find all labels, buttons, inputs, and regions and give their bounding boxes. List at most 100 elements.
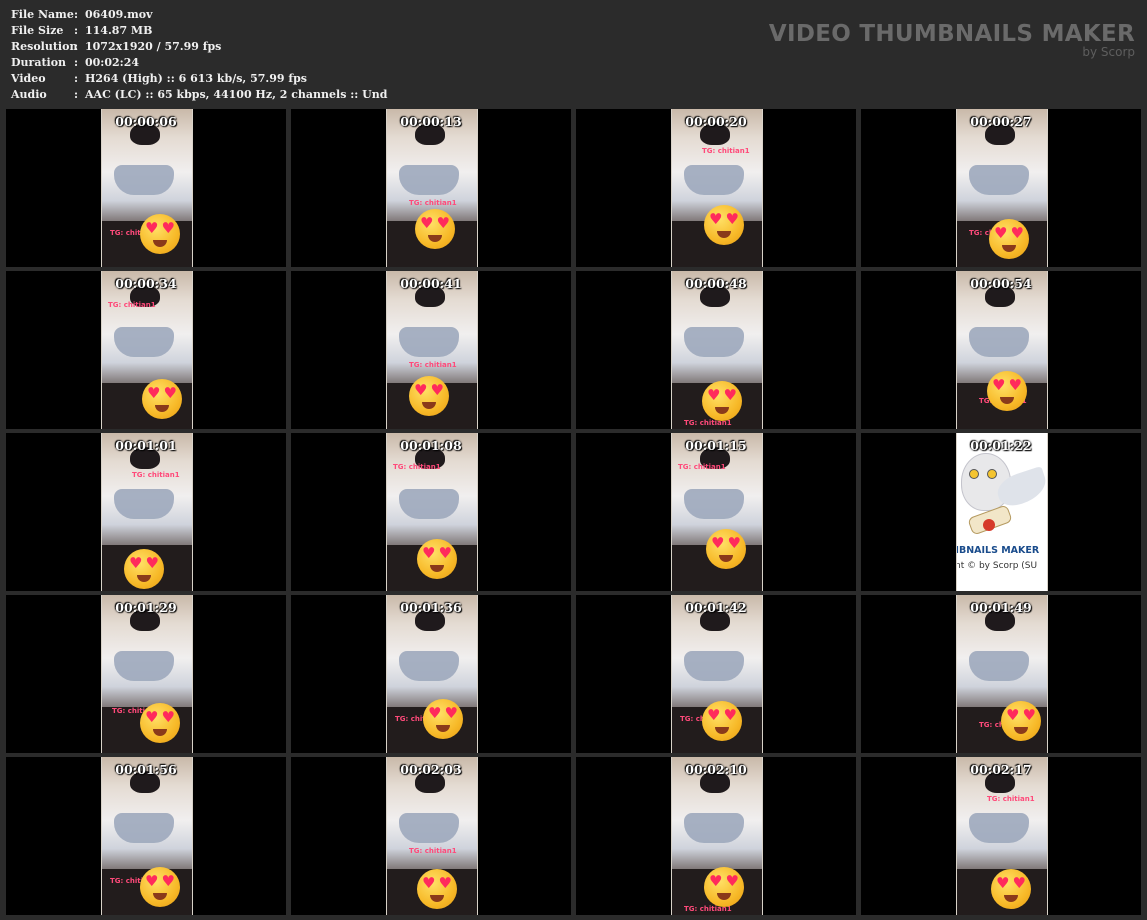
thumbnail-tile[interactable]: TG: chitian1 00:01:08 bbox=[291, 433, 571, 591]
info-value: H264 (High) :: 6 613 kb/s, 57.99 fps bbox=[85, 72, 307, 85]
header: File Name : 06409.mov File Size : 114.87… bbox=[0, 0, 1147, 108]
heart-eyes-emoji-icon bbox=[423, 699, 463, 739]
timestamp-label: 00:02:10 bbox=[685, 762, 747, 777]
heart-eyes-emoji-icon bbox=[409, 376, 449, 416]
timestamp-label: 00:00:13 bbox=[400, 114, 462, 129]
heart-eyes-emoji-icon bbox=[987, 371, 1027, 411]
emoji-mouth-shape bbox=[153, 893, 167, 900]
watermark-text: TG: chitian1 bbox=[409, 847, 457, 855]
info-value: 06409.mov bbox=[85, 8, 153, 21]
frame-scene-shape bbox=[114, 165, 174, 195]
watermark-text: TG: chitian1 bbox=[409, 361, 457, 369]
timestamp-label: 00:01:01 bbox=[115, 438, 177, 453]
frame-scene-shape bbox=[399, 813, 459, 843]
video-frame: TG: chitian1 bbox=[386, 595, 478, 753]
video-frame: TG: chitian1 bbox=[101, 109, 193, 267]
emoji-mouth-shape bbox=[1014, 727, 1028, 734]
emoji-mouth-shape bbox=[715, 407, 729, 414]
logo-text: HBNAILS MAKER bbox=[956, 545, 1040, 556]
emoji-mouth-shape bbox=[717, 231, 731, 238]
video-frame: TG: chitian1 bbox=[671, 271, 763, 429]
thumbnail-tile[interactable]: TG: chitian1 00:00:20 bbox=[576, 109, 856, 267]
frame-scene-shape bbox=[114, 813, 174, 843]
watermark-text: TG: chitian1 bbox=[678, 463, 726, 471]
video-frame: TG: chitian1 bbox=[671, 109, 763, 267]
thumbnail-tile[interactable]: TG: chitian1 00:00:41 bbox=[291, 271, 571, 429]
timestamp-label: 00:01:22 bbox=[970, 438, 1032, 453]
video-frame: TG: chitian1 bbox=[386, 271, 478, 429]
heart-eyes-emoji-icon bbox=[140, 214, 180, 254]
timestamp-label: 00:01:29 bbox=[115, 600, 177, 615]
watermark-text: TG: chitian1 bbox=[702, 147, 750, 155]
heart-eyes-emoji-icon bbox=[704, 205, 744, 245]
thumbnail-grid: TG: chitian100:00:06TG: chitian100:00:13… bbox=[6, 109, 1141, 919]
info-separator: : bbox=[74, 8, 79, 21]
video-frame: TG: chitian1 bbox=[101, 271, 193, 429]
emoji-mouth-shape bbox=[155, 405, 169, 412]
frame-scene-shape bbox=[399, 489, 459, 519]
info-row-audio: Audio : AAC (LC) :: 65 kbps, 44100 Hz, 2… bbox=[11, 87, 387, 103]
thumbnail-tile[interactable]: TG: chitian100:01:49 bbox=[861, 595, 1141, 753]
thumbnail-tile[interactable]: TG: chitian1 00:01:01 bbox=[6, 433, 286, 591]
thumbnail-tile[interactable]: TG: chitian1 00:02:17 bbox=[861, 757, 1141, 915]
brand-watermark: VIDEO THUMBNAILS MAKER by Scorp bbox=[769, 20, 1135, 58]
timestamp-label: 00:01:56 bbox=[115, 762, 177, 777]
timestamp-label: 00:00:34 bbox=[115, 276, 177, 291]
video-frame: TG: chitian1 bbox=[386, 757, 478, 915]
thumbnail-tile[interactable]: HBNAILS MAKER nt © by Scorp (SU 00:01:22 bbox=[861, 433, 1141, 591]
frame-scene-shape bbox=[399, 165, 459, 195]
emoji-mouth-shape bbox=[1002, 245, 1016, 252]
video-frame: TG: chitian1 bbox=[956, 109, 1048, 267]
video-frame: TG: chitian1 bbox=[101, 595, 193, 753]
frame-scene-shape bbox=[399, 651, 459, 681]
frame-scene-shape bbox=[684, 813, 744, 843]
frame-scene-shape bbox=[114, 651, 174, 681]
timestamp-label: 00:00:41 bbox=[400, 276, 462, 291]
info-row-file-size: File Size : 114.87 MB bbox=[11, 23, 387, 39]
timestamp-label: 00:00:27 bbox=[970, 114, 1032, 129]
frame-scene-shape bbox=[969, 651, 1029, 681]
thumbnail-tile[interactable]: TG: chitian100:01:42 bbox=[576, 595, 856, 753]
emoji-mouth-shape bbox=[153, 729, 167, 736]
info-row-duration: Duration : 00:02:24 bbox=[11, 55, 387, 71]
heart-eyes-emoji-icon bbox=[704, 867, 744, 907]
thumbnail-tile[interactable]: TG: chitian1 00:01:15 bbox=[576, 433, 856, 591]
watermark-text: TG: chitian1 bbox=[987, 795, 1035, 803]
thumbnail-tile[interactable]: TG: chitian100:02:10 bbox=[576, 757, 856, 915]
heart-eyes-emoji-icon bbox=[417, 539, 457, 579]
frame-scene-shape bbox=[399, 327, 459, 357]
video-frame: TG: chitian1 bbox=[101, 433, 193, 591]
timestamp-label: 00:02:03 bbox=[400, 762, 462, 777]
frame-scene-shape bbox=[684, 327, 744, 357]
info-key: Video bbox=[11, 72, 46, 85]
thumbnail-tile[interactable]: TG: chitian100:01:56 bbox=[6, 757, 286, 915]
thumbnail-tile[interactable]: TG: chitian100:01:29 bbox=[6, 595, 286, 753]
info-separator: : bbox=[74, 72, 79, 85]
info-row-file-name: File Name : 06409.mov bbox=[11, 7, 387, 23]
thumbnail-tile[interactable]: TG: chitian100:00:06 bbox=[6, 109, 286, 267]
thumbnail-tile[interactable]: TG: chitian1 00:00:13 bbox=[291, 109, 571, 267]
thumbnail-tile[interactable]: TG: chitian100:00:27 bbox=[861, 109, 1141, 267]
emoji-mouth-shape bbox=[715, 727, 729, 734]
timestamp-label: 00:01:42 bbox=[685, 600, 747, 615]
heart-eyes-emoji-icon bbox=[417, 869, 457, 909]
heart-eyes-emoji-icon bbox=[702, 701, 742, 741]
heart-eyes-emoji-icon bbox=[140, 867, 180, 907]
timestamp-label: 00:00:48 bbox=[685, 276, 747, 291]
thumbnail-tile[interactable]: TG: chitian1 00:00:34 bbox=[6, 271, 286, 429]
thumbnail-tile[interactable]: TG: chitian100:00:48 bbox=[576, 271, 856, 429]
video-frame: TG: chitian1 bbox=[956, 595, 1048, 753]
frame-scene-shape bbox=[969, 165, 1029, 195]
watermark-text: TG: chitian1 bbox=[108, 301, 156, 309]
thumbnail-tile[interactable]: TG: chitian100:01:36 bbox=[291, 595, 571, 753]
timestamp-label: 00:00:54 bbox=[970, 276, 1032, 291]
thumbnail-tile[interactable]: TG: chitian1 00:02:03 bbox=[291, 757, 571, 915]
frame-scene-shape bbox=[684, 165, 744, 195]
thumbnail-tile[interactable]: TG: chitian100:00:54 bbox=[861, 271, 1141, 429]
frame-scene-shape bbox=[114, 327, 174, 357]
seal-icon bbox=[983, 519, 995, 531]
owl-eye-shape bbox=[987, 469, 997, 479]
info-row-video: Video : H264 (High) :: 6 613 kb/s, 57.99… bbox=[11, 71, 387, 87]
frame-scene-shape bbox=[969, 327, 1029, 357]
heart-eyes-emoji-icon bbox=[142, 379, 182, 419]
